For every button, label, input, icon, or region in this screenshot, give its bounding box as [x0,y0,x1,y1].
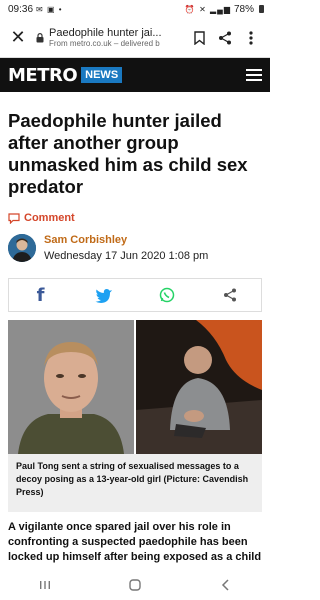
article-image [8,320,262,454]
whatsapp-icon[interactable] [153,281,181,309]
comment-label: Comment [24,212,75,224]
status-bar: 09:36 ✉ ▣ • ⏰ ✕ ▂▄▆ 78% [0,0,270,18]
twitter-icon[interactable] [90,281,118,309]
confrontation-photo [136,320,262,454]
share-bar: f [8,278,262,312]
bookmark-icon[interactable] [188,27,210,49]
share-icon[interactable] [214,27,236,49]
mugshot-photo [8,320,134,454]
recent-apps-icon[interactable] [35,575,55,595]
status-time: 09:36 [8,3,34,15]
site-header: METRO NEWS [0,58,270,92]
more-vert-icon[interactable] [240,27,262,49]
article-body: A vigilante once spared jail over his ro… [8,521,262,563]
comment-link[interactable]: Comment [8,212,75,224]
publish-date: Wednesday 17 Jun 2020 1:08 pm [44,250,209,262]
back-icon[interactable] [215,575,235,595]
section-badge[interactable]: NEWS [81,67,123,83]
lock-icon [36,32,44,42]
signal-icons: ⏰ ✕ ▂▄▆ [184,4,231,14]
home-icon[interactable] [125,575,145,595]
facebook-icon[interactable]: f [27,281,55,309]
article-headline: Paedophile hunter jailed after another g… [8,110,248,197]
system-nav-bar [0,570,270,600]
comment-icon [8,212,20,224]
author-row: Sam Corbishley Wednesday 17 Jun 2020 1:0… [8,234,208,262]
url-block[interactable]: Paedophile hunter jai... From metro.co.u… [36,27,184,48]
avatar[interactable] [8,234,36,262]
metro-logo[interactable]: METRO [8,65,78,86]
share-alt-icon[interactable] [216,281,244,309]
browser-bar: ✕ Paedophile hunter jai... From metro.co… [0,18,270,58]
image-caption: Paul Tong sent a string of sexualised me… [8,454,262,512]
battery-level: 78% [233,3,254,15]
menu-icon[interactable] [246,69,262,81]
page-origin: From metro.co.uk – delivered b [49,39,160,48]
battery-icon [259,5,264,13]
page-title: Paedophile hunter jai... [49,27,162,39]
author-name[interactable]: Sam Corbishley [44,234,208,246]
close-icon[interactable]: ✕ [8,27,28,48]
notification-icons: ✉ ▣ • [36,4,63,14]
